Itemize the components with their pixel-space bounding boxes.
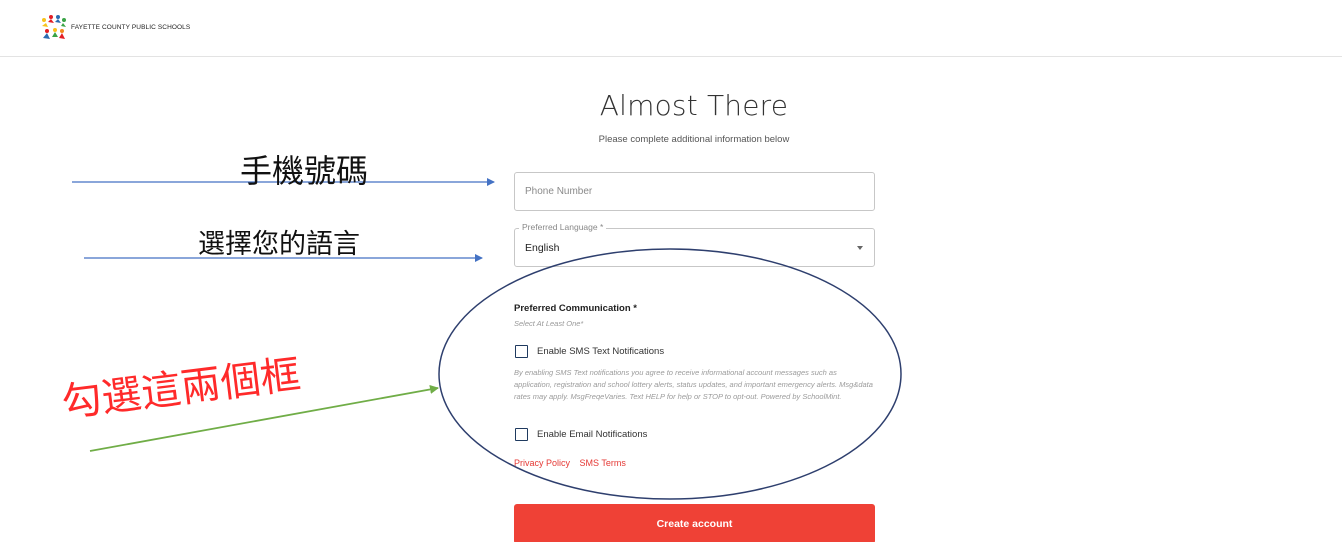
page-title: Almost There	[599, 89, 789, 122]
create-account-button[interactable]: Create account	[514, 504, 875, 542]
sms-notifications-label[interactable]: Enable SMS Text Notifications	[537, 346, 664, 357]
phone-number-placeholder: Phone Number	[525, 186, 593, 197]
preferred-language-select[interactable]: English	[514, 228, 875, 267]
top-bar: FAYETTE COUNTY PUBLIC SCHOOLS	[0, 0, 1342, 57]
language-annotation: 選擇您的語言	[198, 229, 360, 260]
preferred-communication-label: Preferred Communication *	[514, 303, 637, 314]
checkbox-annotation: 勾選這兩個框	[59, 351, 304, 427]
privacy-policy-link[interactable]: Privacy Policy	[514, 458, 570, 468]
preferred-communication-hint: Select At Least One*	[514, 319, 584, 328]
phone-annotation: 手機號碼	[240, 152, 369, 190]
phone-number-input[interactable]: Phone Number	[514, 172, 875, 211]
annotation-overlay	[72, 178, 902, 500]
policy-links: Privacy Policy SMS Terms	[514, 458, 633, 468]
preferred-language-label: Preferred Language *	[519, 222, 607, 232]
sms-notifications-checkbox[interactable]	[515, 345, 528, 358]
email-notifications-label[interactable]: Enable Email Notifications	[537, 429, 647, 440]
page-subtitle: Please complete additional information b…	[598, 134, 790, 145]
preferred-language-value: English	[525, 242, 560, 254]
sms-terms-link[interactable]: SMS Terms	[580, 458, 626, 468]
sms-disclaimer: By enabling SMS Text notifications you a…	[514, 368, 873, 401]
chevron-down-icon	[857, 246, 863, 250]
school-logo-icon	[42, 15, 66, 39]
brand-name: FAYETTE COUNTY PUBLIC SCHOOLS	[71, 24, 191, 31]
email-notifications-checkbox[interactable]	[515, 428, 528, 441]
